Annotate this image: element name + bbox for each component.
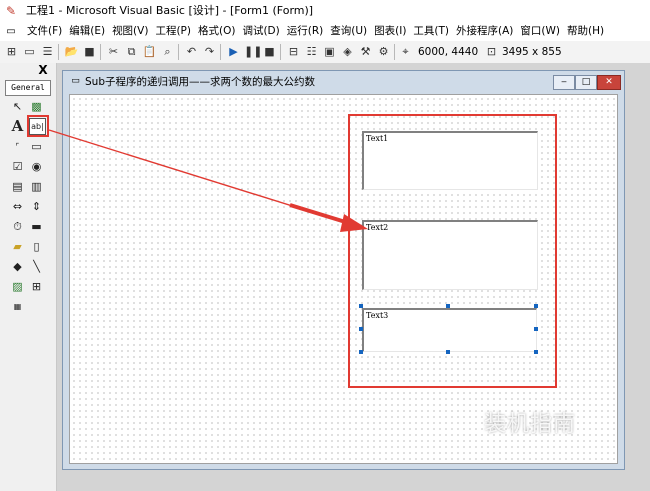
line-tool-icon[interactable]: ╲	[28, 258, 45, 275]
menu-query[interactable]: 查询(U)	[327, 23, 370, 40]
menu-window[interactable]: 窗口(W)	[517, 23, 563, 40]
standard-toolbar: ⊞ ▭ ☰ 📂 ■ ✂ ⧉ 📋 ⌕ ↶ ↷ ▶ ❚❚ ■ ⊟ ☷ ▣ ◈ ⚒ ⚙…	[0, 41, 650, 64]
combobox-tool-icon[interactable]: ▤	[9, 178, 26, 195]
frame-tool-icon[interactable]: ⌜	[9, 138, 26, 155]
menu-view[interactable]: 视图(V)	[109, 23, 151, 40]
properties-window-icon[interactable]: ☷	[304, 44, 319, 59]
open-project-icon[interactable]: 📂	[64, 44, 79, 59]
minimize-button[interactable]: ‒	[553, 75, 575, 90]
window-title: 工程1 - Microsoft Visual Basic [设计] - [For…	[26, 4, 314, 17]
maximize-button[interactable]: □	[575, 75, 597, 90]
copy-icon[interactable]: ⧉	[124, 44, 139, 59]
pointer-tool-icon[interactable]: ↖	[9, 98, 26, 115]
add-form-icon[interactable]: ▭	[22, 44, 37, 59]
object-browser-icon[interactable]: ◈	[340, 44, 355, 59]
menu-file[interactable]: 文件(F)	[24, 23, 65, 40]
vscrollbar-tool-icon[interactable]: ⇕	[28, 198, 45, 215]
image-tool-icon[interactable]: ▨	[9, 278, 26, 295]
redo-icon[interactable]: ↷	[202, 44, 217, 59]
start-icon[interactable]: ▶	[226, 44, 241, 59]
checkbox-tool-icon[interactable]: ☑	[9, 158, 26, 175]
position-icon: ⌖	[402, 45, 409, 58]
toolbox-close-button[interactable]: X	[36, 64, 50, 77]
toolbox-general-tab[interactable]: General	[5, 80, 51, 96]
size-readout: 3495 x 855	[502, 46, 562, 58]
menu-help[interactable]: 帮助(H)	[564, 23, 607, 40]
toolbox-icon[interactable]: ⚒	[358, 44, 373, 59]
menu-tools[interactable]: 工具(T)	[410, 23, 452, 40]
ole-tool-icon[interactable]: ▦	[9, 298, 26, 315]
position-readout: 6000, 4440	[418, 46, 479, 58]
size-icon: ⊡	[486, 45, 497, 58]
vb-app-icon: ✎	[6, 4, 17, 18]
label-tool-icon[interactable]: A	[9, 118, 26, 135]
menu-bar: ▭ 文件(F) 编辑(E) 视图(V) 工程(P) 格式(O) 调试(D) 运行…	[0, 22, 650, 41]
drivelistbox-tool-icon[interactable]: ▬	[28, 218, 45, 235]
optionbutton-tool-icon[interactable]: ◉	[28, 158, 45, 175]
project-explorer-icon[interactable]: ⊟	[286, 44, 301, 59]
form-title-bar[interactable]: ▭ Sub子程序的递归调用——求两个数的最大公约数 ‒ □ ✕	[63, 71, 624, 93]
cut-icon[interactable]: ✂	[106, 44, 121, 59]
commandbutton-tool-icon[interactable]: ▭	[28, 138, 45, 155]
menu-diagram[interactable]: 图表(I)	[371, 23, 409, 40]
menu-edit[interactable]: 编辑(E)	[66, 23, 108, 40]
highlight-textbox-tool-box	[27, 115, 49, 137]
form-menu-icon[interactable]: ▭	[4, 26, 18, 37]
dirlistbox-tool-icon[interactable]: ▰	[9, 238, 26, 255]
form-caption: Sub子程序的递归调用——求两个数的最大公约数	[85, 76, 315, 88]
watermark-text: 装机指南	[484, 412, 577, 437]
title-bar: ✎ 工程1 - Microsoft Visual Basic [设计] - [F…	[0, 0, 650, 22]
close-button[interactable]: ✕	[597, 75, 621, 90]
paste-icon[interactable]: 📋	[142, 44, 157, 59]
data-tool-icon[interactable]: ⊞	[28, 278, 45, 295]
data-view-icon[interactable]: ⚙	[376, 44, 391, 59]
highlight-textboxes-box	[348, 114, 557, 388]
hscrollbar-tool-icon[interactable]: ⇔	[9, 198, 26, 215]
filelistbox-tool-icon[interactable]: ▯	[28, 238, 45, 255]
menu-debug[interactable]: 调试(D)	[239, 23, 282, 40]
end-icon[interactable]: ■	[262, 44, 277, 59]
menu-editor-icon[interactable]: ☰	[40, 44, 55, 59]
listbox-tool-icon[interactable]: ▥	[28, 178, 45, 195]
menu-addins[interactable]: 外接程序(A)	[453, 23, 516, 40]
undo-icon[interactable]: ↶	[184, 44, 199, 59]
break-icon[interactable]: ❚❚	[244, 44, 262, 59]
form-layout-icon[interactable]: ▣	[322, 44, 337, 59]
add-project-icon[interactable]: ⊞	[4, 44, 19, 59]
form-icon: ▭	[71, 76, 80, 86]
menu-project[interactable]: 工程(P)	[152, 23, 194, 40]
shape-tool-icon[interactable]: ◆	[9, 258, 26, 275]
find-icon[interactable]: ⌕	[160, 44, 175, 59]
timer-tool-icon[interactable]: ⏱	[9, 218, 26, 235]
menu-run[interactable]: 运行(R)	[284, 23, 327, 40]
picturebox-tool-icon[interactable]: ▩	[28, 98, 45, 115]
menu-format[interactable]: 格式(O)	[195, 23, 238, 40]
save-project-icon[interactable]: ■	[82, 44, 97, 59]
